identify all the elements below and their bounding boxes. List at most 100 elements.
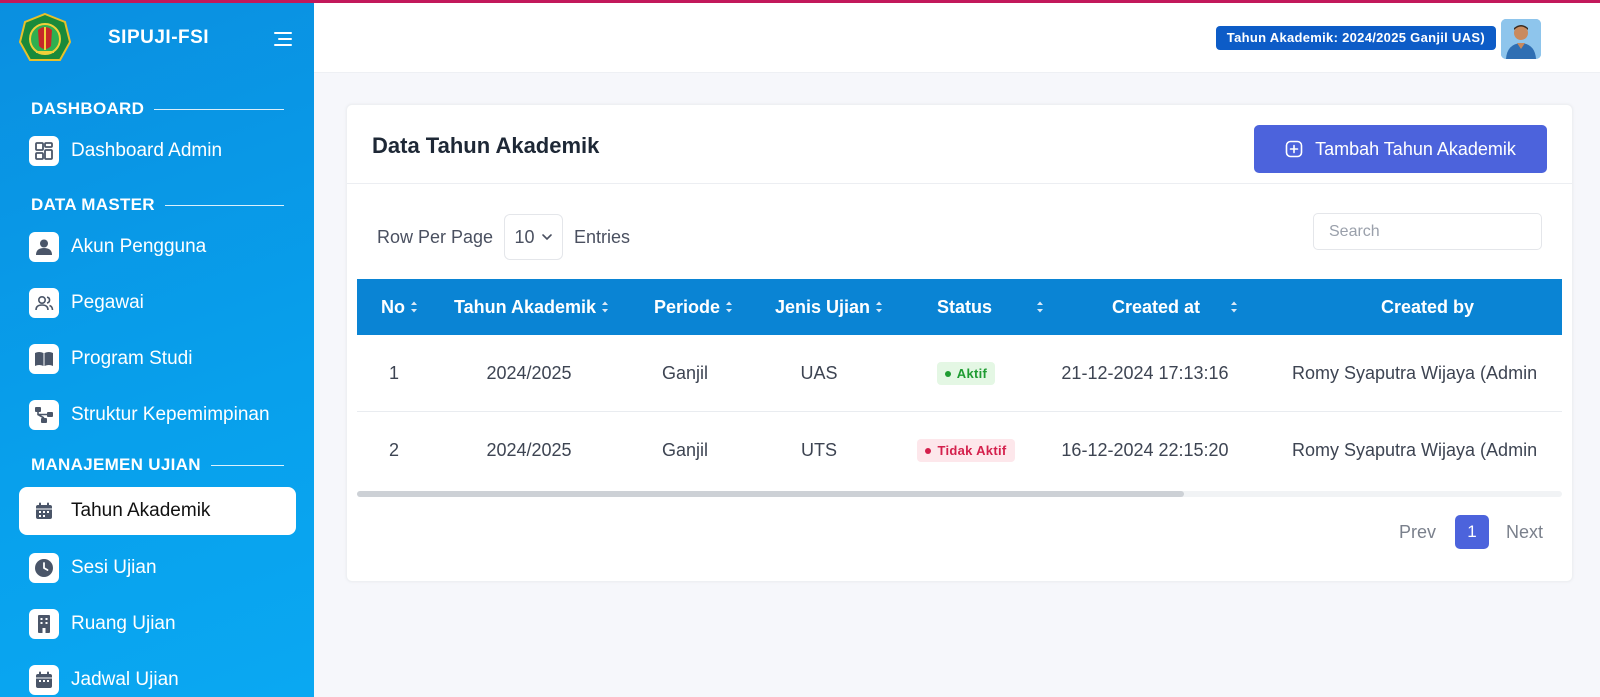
- column-label: Jenis Ujian: [775, 296, 871, 317]
- sidebar-item-label: Akun Pengguna: [71, 236, 207, 257]
- hierarchy-icon: [29, 400, 59, 430]
- pagination: Prev 1 Next: [1399, 514, 1543, 550]
- calendar-icon: [29, 665, 59, 695]
- column-label: Status: [937, 296, 993, 317]
- sort-icon: [602, 301, 609, 313]
- cell-no: 1: [388, 363, 399, 383]
- status-text: Tidak Aktif: [937, 443, 1007, 458]
- top-header: Tahun Akademik: 2024/2025 Ganjil UAS): [314, 3, 1600, 73]
- sidebar-item-label: Sesi Ujian: [71, 557, 157, 578]
- rows-per-page-label: Row Per Page: [377, 227, 494, 247]
- sidebar-item-label: Tahun Akademik: [71, 500, 211, 521]
- column-header-jenis-ujian[interactable]: Jenis Ujian: [775, 279, 883, 335]
- column-header-created-by[interactable]: Created by: [1381, 279, 1474, 335]
- add-button-label: Tambah Tahun Akademik: [1315, 138, 1516, 159]
- next-page-button[interactable]: Next: [1506, 522, 1543, 543]
- sidebar-item-struktur-kepemimpinan[interactable]: Struktur Kepemimpinan: [19, 391, 296, 439]
- plus-circle-icon: [1285, 140, 1303, 158]
- sort-icon: [1231, 301, 1238, 313]
- top-accent-line: [0, 0, 1600, 3]
- cell-tahun: 2024/2025: [486, 363, 572, 383]
- user-icon: [29, 232, 59, 262]
- column-header-status[interactable]: Status: [937, 279, 1044, 335]
- cell-jenis: UAS: [800, 363, 838, 383]
- entries-label: Entries: [574, 227, 631, 247]
- sidebar-item-label: Pegawai: [71, 292, 144, 313]
- sidebar-item-label: Struktur Kepemimpinan: [71, 404, 270, 425]
- column-label: Created at: [1112, 296, 1201, 317]
- cell-status: Tidak Aktif: [906, 412, 1026, 485]
- table-row: 2 2024/2025 Ganjil UTS Tidak Aktif 16-12…: [357, 412, 1562, 485]
- menu-toggle-icon[interactable]: [270, 30, 292, 48]
- cell-no: 2: [388, 440, 399, 460]
- cell-created-at: 21-12-2024 17:13:16: [1061, 363, 1229, 383]
- cell-periode: Ganjil: [661, 363, 709, 383]
- card-divider: [347, 183, 1572, 184]
- clock-icon: [29, 553, 59, 583]
- search-input[interactable]: [1313, 213, 1542, 250]
- calendar-icon: [29, 496, 59, 526]
- sidebar: SIPUJI-FSI DASHBOARD Dashboard Admin DAT…: [0, 0, 314, 697]
- cell-created-at: 16-12-2024 22:15:20: [1061, 440, 1229, 460]
- column-header-no[interactable]: No: [381, 279, 418, 335]
- dashboard-icon: [29, 136, 59, 166]
- horizontal-scrollbar[interactable]: [357, 491, 1562, 497]
- data-table: No Tahun Akademik Periode Jenis Ujian St…: [357, 279, 1562, 485]
- cell-created-by: Romy Syaputra Wijaya (Admin: [1292, 363, 1538, 383]
- sidebar-item-akun-pengguna[interactable]: Akun Pengguna: [19, 223, 296, 271]
- section-manajemen-ujian: MANAJEMEN UJIAN: [31, 455, 284, 475]
- sidebar-item-dashboard-admin[interactable]: Dashboard Admin: [19, 127, 296, 175]
- user-avatar-icon: [1501, 19, 1541, 59]
- add-academic-year-button[interactable]: Tambah Tahun Akademik: [1254, 125, 1547, 173]
- column-label: Tahun Akademik: [454, 296, 597, 317]
- sidebar-item-label: Program Studi: [71, 348, 193, 369]
- page-1-button[interactable]: 1: [1454, 515, 1489, 549]
- building-icon: [29, 609, 59, 639]
- academic-year-badge: Tahun Akademik: 2024/2025 Ganjil UAS): [1215, 26, 1496, 50]
- users-icon: [29, 288, 59, 318]
- page-title: Data Tahun Akademik: [372, 133, 600, 158]
- rows-per-page-value: 10: [514, 226, 535, 247]
- sort-icon: [726, 301, 733, 313]
- sort-icon: [1037, 301, 1044, 313]
- column-label: Created by: [1381, 296, 1475, 317]
- cell-jenis: UTS: [801, 440, 837, 460]
- column-label: Periode: [654, 296, 721, 317]
- book-icon: [29, 344, 59, 374]
- avatar[interactable]: [1501, 19, 1541, 59]
- sidebar-item-ruang-ujian[interactable]: Ruang Ujian: [19, 600, 296, 648]
- brand: SIPUJI-FSI: [18, 12, 298, 66]
- cell-periode: Ganjil: [661, 440, 709, 460]
- rows-per-page-select[interactable]: 10: [504, 214, 563, 260]
- sidebar-item-jadwal-ujian[interactable]: Jadwal Ujian: [19, 656, 296, 697]
- column-header-created-at[interactable]: Created at: [1112, 279, 1238, 335]
- sidebar-item-sesi-ujian[interactable]: Sesi Ujian: [19, 544, 296, 592]
- sort-icon: [876, 301, 883, 313]
- status-text: Aktif: [956, 366, 988, 381]
- sidebar-item-program-studi[interactable]: Program Studi: [19, 335, 296, 383]
- app-title: SIPUJI-FSI: [108, 27, 210, 48]
- university-logo-icon: [18, 12, 72, 61]
- chevron-down-icon: [541, 234, 552, 241]
- cell-tahun: 2024/2025: [486, 440, 572, 460]
- section-title: DATA MASTER: [31, 195, 155, 214]
- sidebar-item-label: Dashboard Admin: [71, 140, 223, 161]
- cell-created-by: Romy Syaputra Wijaya (Admin: [1292, 440, 1538, 460]
- section-data-master: DATA MASTER: [31, 195, 284, 215]
- prev-page-button[interactable]: Prev: [1399, 522, 1436, 543]
- status-badge: Aktif: [936, 362, 996, 385]
- sidebar-item-pegawai[interactable]: Pegawai: [19, 279, 296, 327]
- status-badge: Tidak Aktif: [917, 439, 1015, 462]
- table-row: 1 2024/2025 Ganjil UAS Aktif 21-12-2024 …: [357, 335, 1562, 412]
- section-dashboard: DASHBOARD: [31, 99, 284, 119]
- scrollbar-thumb[interactable]: [357, 491, 1184, 497]
- section-title: DASHBOARD: [31, 99, 145, 118]
- column-header-periode[interactable]: Periode: [654, 279, 733, 335]
- column-header-tahun-akademik[interactable]: Tahun Akademik: [454, 279, 609, 335]
- column-label: No: [381, 296, 405, 317]
- section-title: MANAJEMEN UJIAN: [31, 455, 201, 474]
- sidebar-item-label: Ruang Ujian: [71, 613, 176, 634]
- sort-icon: [411, 301, 417, 313]
- academic-year-card: Data Tahun Akademik Tambah Tahun Akademi…: [346, 104, 1573, 582]
- sidebar-item-tahun-akademik[interactable]: Tahun Akademik: [19, 487, 296, 535]
